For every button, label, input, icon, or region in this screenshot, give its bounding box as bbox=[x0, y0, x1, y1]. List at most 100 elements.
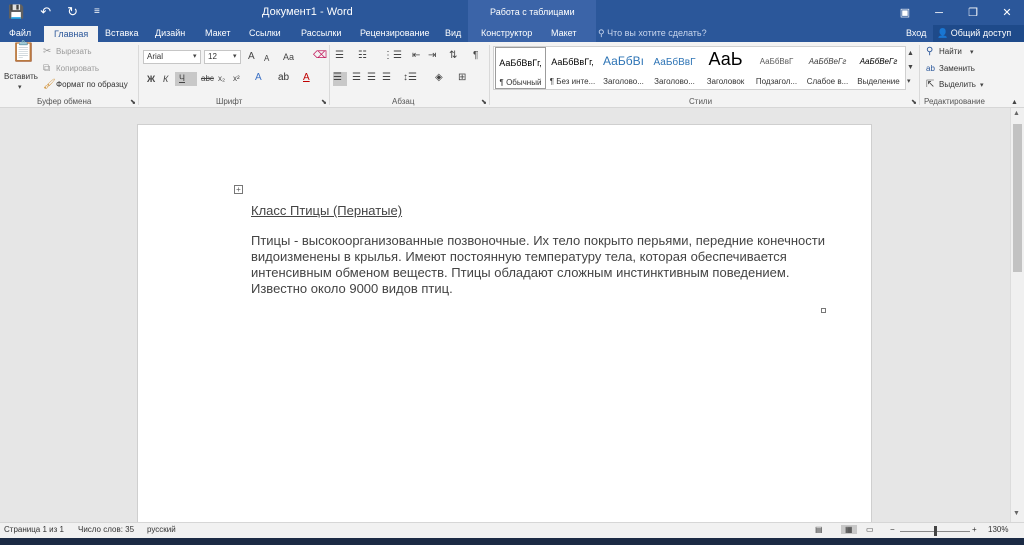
tab-layout[interactable]: Макет bbox=[205, 25, 230, 42]
select-dropdown-icon[interactable]: ▾ bbox=[980, 80, 984, 92]
zoom-level[interactable]: 130% bbox=[988, 525, 1008, 534]
styles-more-icon[interactable]: ▾ bbox=[907, 76, 911, 88]
zoom-slider-thumb[interactable] bbox=[934, 526, 937, 536]
document-paragraph[interactable]: Птицы - высокоорганизованные позвоночные… bbox=[251, 233, 826, 297]
sort-icon[interactable]: ⇅ bbox=[449, 50, 457, 62]
tab-home[interactable]: Главная bbox=[44, 26, 99, 42]
select-button[interactable]: Выделить bbox=[939, 80, 976, 89]
customize-qat-icon[interactable]: ≡ bbox=[94, 3, 100, 21]
bold-button[interactable]: Ж bbox=[147, 73, 155, 85]
underline-button[interactable]: Ч bbox=[175, 72, 197, 86]
web-layout-icon[interactable]: ▭ bbox=[866, 525, 874, 534]
tab-design[interactable]: Дизайн bbox=[155, 25, 185, 42]
style-normal[interactable]: АаБбВвГг, ¶ Обычный bbox=[495, 47, 546, 89]
font-name-dropdown-icon[interactable]: ▾ bbox=[193, 51, 197, 63]
format-painter-button[interactable]: Формат по образцу bbox=[56, 80, 128, 89]
paste-icon[interactable]: 📋 bbox=[11, 42, 36, 62]
styles-scroll-down-icon[interactable]: ▼ bbox=[907, 62, 914, 74]
zoom-in-button[interactable]: + bbox=[972, 525, 977, 534]
shrink-font-icon[interactable]: A bbox=[264, 53, 269, 65]
style-emphasis[interactable]: АаБбВеГг Выделение bbox=[853, 47, 904, 89]
align-left-icon[interactable]: ☰ bbox=[333, 72, 347, 86]
table-move-handle-icon[interactable]: + bbox=[234, 185, 243, 194]
copy-button[interactable]: Копировать bbox=[56, 64, 99, 73]
italic-button[interactable]: К bbox=[163, 73, 168, 85]
text-effects-icon[interactable]: A bbox=[255, 72, 262, 84]
word-count[interactable]: Число слов: 35 bbox=[78, 525, 134, 534]
print-layout-icon[interactable]: ▦ bbox=[841, 525, 857, 534]
undo-icon[interactable]: ↶ bbox=[40, 3, 51, 21]
font-size-dropdown-icon[interactable]: ▾ bbox=[233, 51, 237, 63]
group-separator bbox=[489, 45, 490, 105]
superscript-button[interactable]: x² bbox=[233, 73, 240, 85]
style-heading1[interactable]: АаБбВı Заголово... bbox=[598, 47, 649, 89]
tell-me-text: Что вы хотите сделать? bbox=[607, 28, 707, 38]
close-icon[interactable]: ✕ bbox=[990, 0, 1024, 25]
decrease-indent-icon[interactable]: ⇤ bbox=[412, 50, 420, 62]
paste-dropdown-icon[interactable]: ▾ bbox=[18, 82, 22, 94]
scrollbar-thumb[interactable] bbox=[1013, 124, 1022, 272]
scroll-down-icon[interactable]: ▼ bbox=[1013, 510, 1020, 517]
read-mode-icon[interactable]: ▤ bbox=[815, 525, 823, 534]
change-case-icon[interactable]: Aa bbox=[283, 51, 294, 63]
tab-table-layout[interactable]: Макет bbox=[551, 25, 576, 42]
tab-mailings[interactable]: Рассылки bbox=[301, 25, 341, 42]
style-subtle-emphasis[interactable]: АаБбВеГг Слабое в... bbox=[802, 47, 853, 89]
line-spacing-icon[interactable]: ↕☰ bbox=[403, 72, 417, 84]
tab-references[interactable]: Ссылки bbox=[249, 25, 281, 42]
sign-in-link[interactable]: Вход bbox=[906, 25, 926, 41]
paste-button[interactable]: Вставить bbox=[4, 72, 38, 81]
share-button[interactable]: 👤 Общий доступ bbox=[933, 25, 1024, 42]
shading-icon[interactable]: ◈ bbox=[435, 72, 443, 84]
scroll-up-icon[interactable]: ▲ bbox=[1013, 110, 1020, 117]
style-name: ¶ Без инте... bbox=[549, 77, 596, 86]
show-marks-icon[interactable]: ¶ bbox=[473, 50, 478, 62]
replace-button[interactable]: Заменить bbox=[939, 64, 975, 73]
minimize-icon[interactable]: ─ bbox=[922, 0, 956, 25]
zoom-out-button[interactable]: − bbox=[890, 525, 895, 534]
tab-file[interactable]: Файл bbox=[9, 25, 31, 42]
tab-view[interactable]: Вид bbox=[445, 25, 461, 42]
align-right-icon[interactable]: ☰ bbox=[367, 72, 376, 84]
font-color-icon[interactable]: A bbox=[303, 72, 310, 84]
cut-button[interactable]: Вырезать bbox=[56, 47, 92, 56]
document-heading[interactable]: Класс Птицы (Пернатые) bbox=[251, 203, 402, 218]
table-tools-title: Работа с таблицами bbox=[490, 7, 575, 17]
person-icon: 👤 bbox=[937, 28, 951, 38]
subscript-button[interactable]: x₂ bbox=[218, 73, 225, 85]
borders-icon[interactable]: ⊞ bbox=[458, 72, 466, 84]
tell-me-box[interactable]: ⚲ Что вы хотите сделать? bbox=[598, 25, 707, 41]
highlight-icon[interactable]: ab bbox=[278, 72, 289, 84]
align-center-icon[interactable]: ☰ bbox=[352, 72, 361, 84]
style-heading2[interactable]: АаБбВвГ Заголово... bbox=[649, 47, 700, 89]
document-page[interactable]: + Класс Птицы (Пернатые) Птицы - высокоо… bbox=[137, 124, 872, 534]
vertical-scrollbar[interactable]: ▲ ▼ bbox=[1010, 108, 1024, 522]
style-no-spacing[interactable]: АаБбВвГг, ¶ Без инте... bbox=[547, 47, 598, 89]
style-title[interactable]: АаЬ Заголовок bbox=[700, 47, 751, 89]
table-resize-handle-icon[interactable] bbox=[821, 308, 826, 313]
multilevel-list-icon[interactable]: ⋮☰ bbox=[383, 50, 402, 62]
save-icon[interactable]: 💾 bbox=[8, 3, 24, 21]
styles-scroll-up-icon[interactable]: ▲ bbox=[907, 48, 914, 60]
style-name: Заголовок bbox=[706, 77, 745, 86]
tab-review[interactable]: Рецензирование bbox=[360, 25, 430, 42]
maximize-icon[interactable]: ❐ bbox=[956, 0, 990, 25]
find-button[interactable]: Найти bbox=[939, 47, 962, 56]
grow-font-icon[interactable]: A bbox=[248, 51, 255, 63]
bullets-icon[interactable]: ☰ bbox=[335, 50, 344, 62]
numbering-icon[interactable]: ☷ bbox=[358, 50, 367, 62]
redo-icon[interactable]: ↻ bbox=[67, 3, 78, 21]
page-count[interactable]: Страница 1 из 1 bbox=[4, 525, 64, 534]
increase-indent-icon[interactable]: ⇥ bbox=[428, 50, 436, 62]
format-painter-icon: 🖌 bbox=[43, 79, 56, 90]
find-dropdown-icon[interactable]: ▾ bbox=[970, 47, 974, 59]
clear-formatting-icon[interactable]: ⌫ bbox=[313, 50, 327, 62]
tab-insert[interactable]: Вставка bbox=[105, 25, 138, 42]
style-sample: АаБбВвГ bbox=[653, 57, 696, 68]
language-indicator[interactable]: русский bbox=[147, 525, 176, 534]
tab-table-design[interactable]: Конструктор bbox=[481, 25, 532, 42]
style-subtitle[interactable]: АаБбВвГ Подзагол... bbox=[751, 47, 802, 89]
justify-icon[interactable]: ☰ bbox=[382, 72, 391, 84]
ribbon-display-options-icon[interactable]: ▣ bbox=[888, 0, 922, 25]
strikethrough-button[interactable]: abc bbox=[201, 73, 214, 85]
